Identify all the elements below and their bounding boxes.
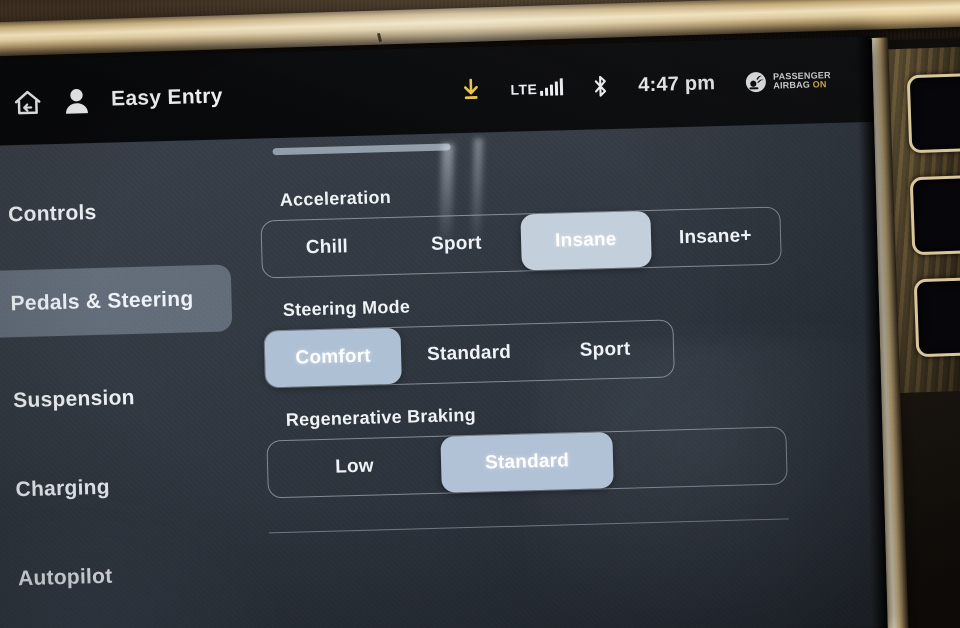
sidebar-item-label: Autopilot xyxy=(17,564,113,590)
passenger-airbag-indicator: PASSENGER AIRBAG ON xyxy=(745,69,831,93)
home-icon[interactable] xyxy=(13,88,43,116)
section-divider xyxy=(268,518,789,534)
acceleration-option-sport[interactable]: Sport xyxy=(391,214,522,273)
sidebar-item-charging[interactable]: Charging xyxy=(0,450,249,524)
sidebar-item-label: Suspension xyxy=(12,385,136,412)
settings-content: Acceleration Chill Sport Insane Insane+ … xyxy=(260,174,870,628)
air-vent xyxy=(906,72,960,154)
airbag-line-2: AIRBAG ON xyxy=(773,79,831,91)
profile-name[interactable]: Easy Entry xyxy=(111,85,223,112)
regenerative-braking-segmented-control: Low Standard xyxy=(266,426,788,499)
sidebar-item-pedals-and-steering[interactable]: Pedals & Steering xyxy=(0,264,233,338)
option-label: Standard xyxy=(484,450,570,474)
acceleration-option-insane[interactable]: Insane xyxy=(520,210,652,271)
option-label: Insane xyxy=(554,228,617,252)
air-vent xyxy=(909,174,960,256)
steering-option-comfort[interactable]: Comfort xyxy=(264,327,402,388)
acceleration-group: Acceleration Chill Sport Insane Insane+ xyxy=(260,174,860,279)
sidebar-item-suspension[interactable]: Suspension xyxy=(0,361,247,435)
download-arrow-icon[interactable] xyxy=(462,78,481,101)
option-label: Sport xyxy=(579,338,631,361)
steering-mode-label: Steering Mode xyxy=(282,296,411,320)
sidebar-item-label: Controls xyxy=(7,200,97,226)
signal-bars-icon xyxy=(540,78,564,96)
status-bar-right: LTE 4:47 pm PASSENGER AIRBAG ON xyxy=(462,67,873,101)
airbag-status-badge: ON xyxy=(812,79,827,90)
acceleration-segmented-control: Chill Sport Insane Insane+ xyxy=(260,206,782,279)
acceleration-option-insane-plus[interactable]: Insane+ xyxy=(650,207,781,266)
airbag-label: AIRBAG xyxy=(773,79,811,91)
clock: 4:47 pm xyxy=(637,71,716,96)
settings-sidebar: Controls Pedals & Steering Suspension Ch… xyxy=(0,175,253,628)
option-label: Low xyxy=(334,455,375,478)
passenger-airbag-text: PASSENGER AIRBAG ON xyxy=(773,70,831,91)
option-label: Standard xyxy=(426,341,512,366)
passenger-airbag-icon xyxy=(745,71,768,94)
steering-option-sport[interactable]: Sport xyxy=(536,320,673,380)
cellular-signal-indicator: LTE xyxy=(510,78,564,98)
option-label: Insane+ xyxy=(678,225,752,249)
regen-option-low[interactable]: Low xyxy=(267,437,441,498)
person-icon[interactable] xyxy=(64,87,90,115)
touchscreen-display: Easy Entry LTE 4:47 pm PASSENGER AIRBAG … xyxy=(0,35,888,628)
steering-mode-segmented-control: Comfort Standard Sport xyxy=(263,319,675,389)
regenerative-braking-group: Regenerative Braking Low Standard xyxy=(266,394,867,534)
regen-option-spacer xyxy=(613,427,787,488)
option-label: Comfort xyxy=(295,345,372,369)
option-label: Sport xyxy=(430,232,482,255)
screen-content: Easy Entry LTE 4:47 pm PASSENGER AIRBAG … xyxy=(0,35,888,628)
steering-mode-group: Steering Mode Comfort Standard Sport xyxy=(263,284,863,389)
acceleration-option-chill[interactable]: Chill xyxy=(261,218,392,277)
sidebar-item-label: Charging xyxy=(15,475,111,501)
sidebar-item-label: Pedals & Steering xyxy=(10,286,194,315)
status-bar-left: Easy Entry xyxy=(0,83,223,116)
sidebar-item-controls[interactable]: Controls xyxy=(0,175,242,249)
regen-option-standard[interactable]: Standard xyxy=(440,432,615,493)
steering-option-standard[interactable]: Standard xyxy=(400,324,537,384)
network-type-label: LTE xyxy=(510,80,538,98)
air-vent xyxy=(913,276,960,358)
settings-panel: Controls Pedals & Steering Suspension Ch… xyxy=(0,121,888,628)
sidebar-item-autopilot[interactable]: Autopilot xyxy=(0,539,252,613)
photo-of-tesla-touchscreen: Easy Entry LTE 4:47 pm PASSENGER AIRBAG … xyxy=(0,0,960,628)
bluetooth-icon[interactable] xyxy=(593,75,609,97)
option-label: Chill xyxy=(305,236,349,259)
